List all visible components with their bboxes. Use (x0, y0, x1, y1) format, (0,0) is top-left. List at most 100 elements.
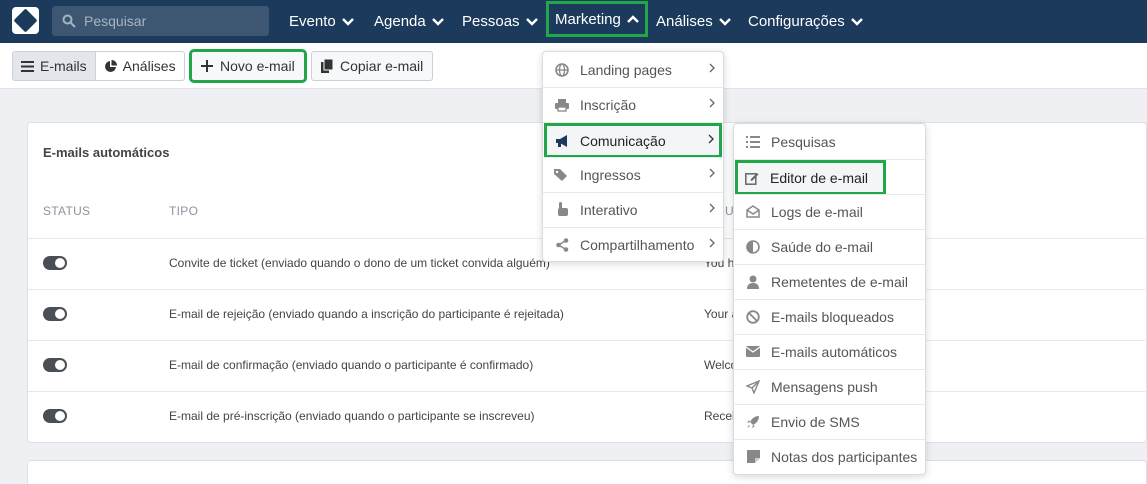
envelope-icon (745, 344, 761, 360)
chevron-right-icon (708, 134, 714, 144)
submenu-item-notas-dos-participantes[interactable]: Notas dos participantes (734, 439, 925, 474)
app-logo[interactable] (12, 7, 39, 34)
chevron-right-icon (709, 238, 715, 248)
menu-item-label: Compartilhamento (580, 236, 695, 253)
submenu-item-label: E-mails automáticos (771, 343, 898, 360)
submenu-item-label: Notas dos participantes (771, 448, 918, 465)
table-row: E-mail de confirmação (enviado quando o … (28, 340, 1147, 391)
chevron-up-icon (627, 15, 639, 23)
submenu-item-envio-de-sms[interactable]: Envio de SMS (734, 404, 925, 439)
status-toggle[interactable] (43, 256, 67, 270)
card-title: E-mails automáticos (43, 145, 170, 160)
row-tipo: E-mail de rejeição (enviado quando a ins… (169, 307, 564, 321)
plus-icon (201, 60, 213, 72)
menu-item-interativo[interactable]: Interativo (543, 192, 723, 227)
menu-item-landing-pages[interactable]: Landing pages (543, 52, 723, 87)
submenu-item-label: Logs de e-mail (771, 203, 863, 220)
chevron-right-icon (709, 168, 715, 178)
paper-plane-icon (745, 379, 761, 395)
rocket-icon (745, 414, 761, 430)
user-icon (745, 274, 761, 290)
menu-item-inscricao[interactable]: Inscrição (543, 87, 723, 122)
comunicacao-submenu: Pesquisas Editor de e-mail Logs de e-mai… (733, 123, 926, 475)
column-header-tipo: TIPO (169, 204, 199, 218)
submenu-item-logs-de-email[interactable]: Logs de e-mail (734, 194, 925, 229)
submenu-item-emails-bloqueados[interactable]: E-mails bloqueados (734, 299, 925, 334)
logo-mark-icon (13, 8, 38, 33)
nav-evento[interactable]: Evento (289, 0, 354, 43)
nav-analises[interactable]: Análises (656, 0, 731, 43)
novo-email-label: Novo e-mail (220, 58, 295, 74)
chevron-down-icon (718, 17, 731, 26)
chevron-right-icon (709, 98, 715, 108)
menu-item-ingressos[interactable]: Ingressos (543, 157, 723, 192)
pointer-hand-icon (554, 202, 570, 218)
menu-item-label: Landing pages (580, 61, 672, 78)
chevron-down-icon (850, 17, 863, 26)
submenu-item-pesquisas[interactable]: Pesquisas (734, 124, 925, 159)
nav-marketing[interactable]: Marketing (546, 1, 648, 37)
envelope-open-icon (745, 204, 761, 220)
submenu-item-editor-de-email[interactable]: Editor de e-mail (735, 160, 886, 195)
chevron-down-icon (431, 17, 444, 26)
search-icon (62, 14, 76, 28)
submenu-item-label: E-mails bloqueados (771, 308, 894, 325)
pie-chart-icon (104, 59, 117, 72)
menu-item-label: Interativo (580, 201, 638, 218)
novo-email-button[interactable]: Novo e-mail (189, 49, 307, 83)
submenu-item-label: Mensagens push (771, 378, 878, 395)
chevron-down-icon (525, 17, 538, 26)
emails-view-label: E-mails (40, 58, 87, 74)
table-row: E-mail de rejeição (enviado quando a ins… (28, 289, 1147, 340)
search-box[interactable]: Pesquisar (52, 6, 269, 36)
submenu-item-label: Saúde do e-mail (771, 238, 873, 255)
secondary-card (27, 460, 1147, 484)
submenu-item-saude-do-email[interactable]: Saúde do e-mail (734, 229, 925, 264)
edit-icon (744, 170, 760, 186)
submenu-item-emails-automaticos[interactable]: E-mails automáticos (734, 334, 925, 369)
submenu-item-label: Pesquisas (771, 133, 836, 150)
nav-label: Pessoas (462, 13, 520, 30)
menu-item-compartilhamento[interactable]: Compartilhamento (543, 227, 723, 262)
view-switcher: E-mails Análises (12, 51, 185, 81)
status-toggle[interactable] (43, 307, 67, 321)
menu-item-label: Ingressos (580, 166, 641, 183)
printer-icon (554, 97, 570, 113)
submenu-item-label: Remetentes de e-mail (771, 273, 908, 290)
marketing-menu: Landing pages Inscrição Comunicação Ingr… (542, 51, 724, 262)
status-toggle[interactable] (43, 358, 67, 372)
nav-agenda[interactable]: Agenda (374, 0, 444, 43)
half-circle-icon (745, 239, 761, 255)
nav-label: Evento (289, 13, 336, 30)
submenu-item-mensagens-push[interactable]: Mensagens push (734, 369, 925, 404)
chevron-down-icon (341, 17, 354, 26)
status-toggle[interactable] (43, 409, 67, 423)
chevron-right-icon (709, 203, 715, 213)
row-tipo: Convite de ticket (enviado quando o dono… (169, 256, 550, 270)
list-icon (21, 60, 34, 72)
nav-configuracoes[interactable]: Configurações (748, 0, 863, 43)
tags-icon (554, 167, 570, 183)
row-tipo: E-mail de pré-inscrição (enviado quando … (169, 409, 535, 423)
list-icon (745, 134, 761, 150)
nav-label: Agenda (374, 13, 426, 30)
share-icon (554, 237, 570, 253)
row-tipo: E-mail de confirmação (enviado quando o … (169, 358, 534, 372)
column-header-status: STATUS (43, 204, 91, 218)
analises-view-button[interactable]: Análises (94, 52, 184, 80)
sticky-note-icon (745, 449, 761, 465)
analises-view-label: Análises (122, 58, 176, 74)
nav-label: Configurações (748, 13, 845, 30)
emails-view-button[interactable]: E-mails (13, 52, 95, 80)
menu-item-comunicacao[interactable]: Comunicação (544, 123, 722, 158)
menu-item-label: Inscrição (580, 96, 637, 113)
copiar-email-button[interactable]: Copiar e-mail (311, 51, 434, 81)
submenu-item-remetentes[interactable]: Remetentes de e-mail (734, 264, 925, 299)
megaphone-icon (554, 133, 570, 149)
search-input[interactable]: Pesquisar (84, 13, 146, 29)
copy-icon (321, 59, 333, 73)
nav-label: Marketing (555, 10, 621, 28)
submenu-item-label: Envio de SMS (771, 413, 860, 430)
top-navbar: Pesquisar Evento Agenda Pessoas Marketin… (0, 0, 1147, 43)
nav-pessoas[interactable]: Pessoas (462, 0, 538, 43)
